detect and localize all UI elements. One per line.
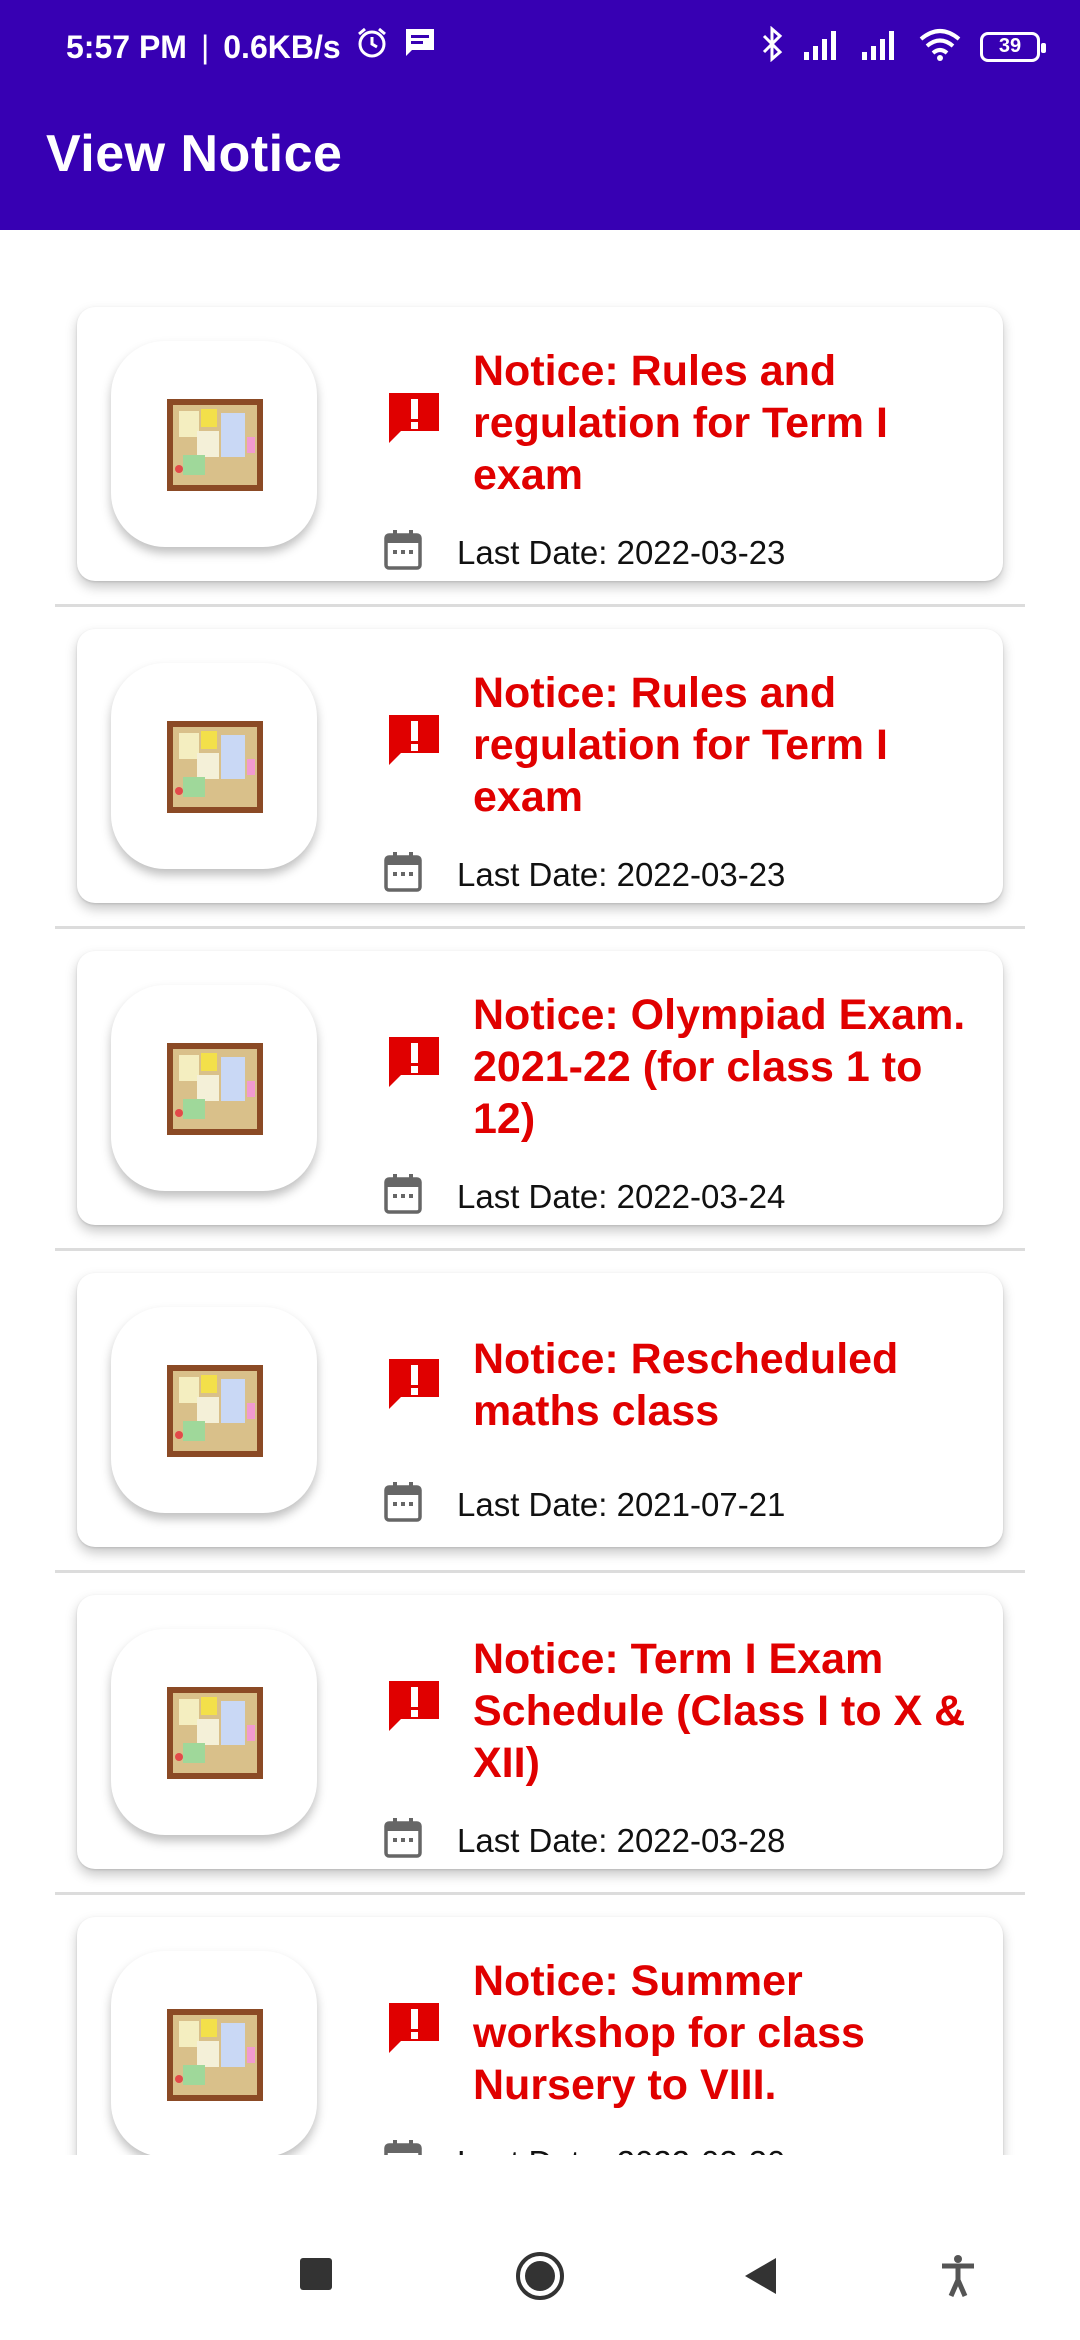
- battery-icon: 39: [980, 31, 1046, 62]
- notice-board-thumbnail: [111, 1951, 317, 2155]
- list-item[interactable]: Notice: Rules and regulation for Term I …: [0, 552, 1080, 929]
- notice-title: Notice: Rules and regulation for Term I …: [473, 669, 888, 821]
- notice-board-thumbnail: [111, 341, 317, 547]
- list-item[interactable]: Notice: Term I Exam Schedule (Class I to…: [0, 1518, 1080, 1895]
- alert-icon: [385, 1355, 443, 1414]
- message-icon: [403, 26, 437, 68]
- date-value: 2021-07-21: [616, 1485, 786, 1523]
- list-item[interactable]: Notice: Olympiad Exam. 2021-22 (for clas…: [0, 874, 1080, 1251]
- back-triangle-icon[interactable]: [742, 2256, 778, 2301]
- page-title: View Notice: [46, 125, 343, 183]
- notice-title: Notice: Term I Exam Schedule (Class I to…: [473, 1635, 966, 1787]
- list-item[interactable]: Notice: Summer workshop for class Nurser…: [0, 1840, 1080, 2155]
- notice-card[interactable]: Notice: Term I Exam Schedule (Class I to…: [77, 1595, 1003, 1869]
- notice-card[interactable]: Notice: Rules and regulation for Term I …: [77, 307, 1003, 581]
- alert-icon: [385, 389, 443, 448]
- notice-board-thumbnail: [111, 985, 317, 1191]
- notice-list[interactable]: Notice: Rules and regulation for Term I …: [0, 230, 1080, 2155]
- status-right: 39: [760, 25, 1046, 67]
- list-item[interactable]: Notice: Rescheduled maths class Last Dat…: [0, 1196, 1080, 1573]
- alert-icon: [385, 1033, 443, 1092]
- bluetooth-icon: [760, 25, 784, 67]
- accessibility-icon[interactable]: [940, 2254, 976, 2303]
- notice-board-thumbnail: [111, 663, 317, 869]
- alert-icon: [385, 1999, 443, 2058]
- battery-level: 39: [998, 35, 1022, 57]
- calendar-icon: [383, 2139, 423, 2155]
- home-circle-icon[interactable]: [514, 2250, 566, 2307]
- status-separator: |: [200, 28, 210, 65]
- app-bar: View Notice: [0, 96, 1080, 230]
- notice-board-thumbnail: [111, 1307, 317, 1513]
- signal-icon-2: [860, 28, 900, 65]
- notice-title: Notice: Summer workshop for class Nurser…: [473, 1957, 865, 2109]
- alarm-icon: [355, 26, 389, 68]
- notice-title: Notice: Olympiad Exam. 2021-22 (for clas…: [473, 991, 966, 1143]
- notice-board-thumbnail: [111, 1629, 317, 1835]
- wifi-icon: [918, 27, 962, 66]
- status-time: 5:57 PM: [66, 28, 187, 65]
- list-item[interactable]: Notice: Rules and regulation for Term I …: [0, 230, 1080, 607]
- notice-card[interactable]: Notice: Rules and regulation for Term I …: [77, 629, 1003, 903]
- date-value: 2022-03-30: [617, 2144, 786, 2156]
- navigation-bar: [0, 2210, 1080, 2340]
- notice-date: Last Date: 2022-03-30: [457, 2144, 785, 2156]
- notice-card[interactable]: Notice: Rescheduled maths class Last Dat…: [77, 1273, 1003, 1547]
- status-speed: 0.6KB/s: [223, 28, 341, 65]
- notice-title: Notice: Rules and regulation for Term I …: [473, 347, 888, 499]
- notice-card[interactable]: Notice: Olympiad Exam. 2021-22 (for clas…: [77, 951, 1003, 1225]
- notice-card[interactable]: Notice: Summer workshop for class Nurser…: [77, 1917, 1003, 2155]
- recents-square-icon[interactable]: [298, 2256, 334, 2297]
- notice-title: Notice: Rescheduled maths class: [473, 1335, 899, 1435]
- date-label: Last Date:: [457, 1485, 608, 1523]
- status-left: 5:57 PM | 0.6KB/s: [66, 26, 437, 68]
- notice-date-row: Last Date: 2022-03-30: [383, 2139, 785, 2155]
- date-label: Last Date:: [457, 2144, 607, 2156]
- signal-icon: [802, 28, 842, 65]
- alert-icon: [385, 711, 443, 770]
- status-bar: 5:57 PM | 0.6KB/s 39: [0, 0, 1080, 96]
- alert-icon: [385, 1677, 443, 1736]
